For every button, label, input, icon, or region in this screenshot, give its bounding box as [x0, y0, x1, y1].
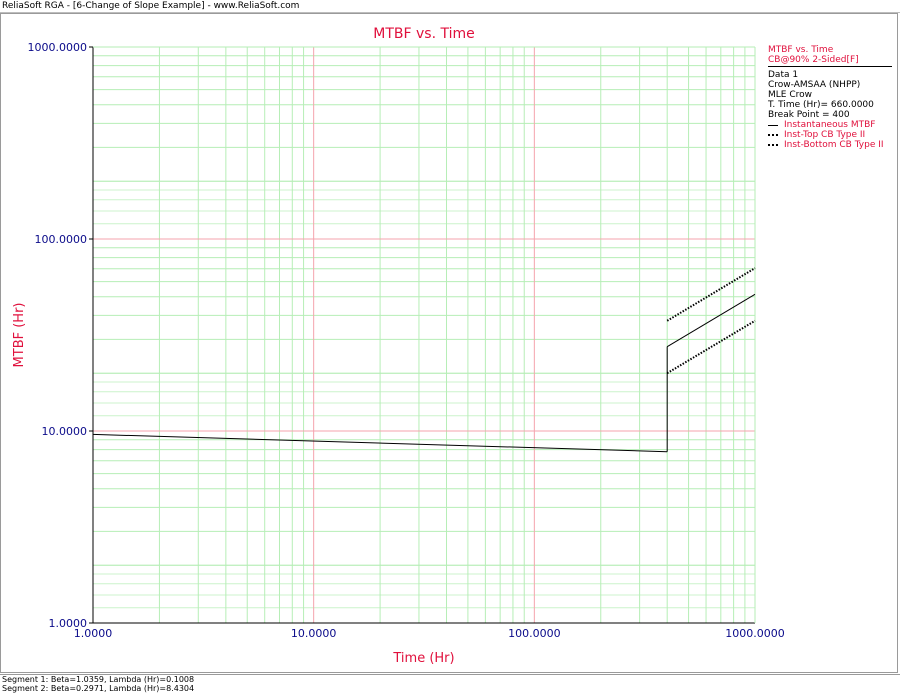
legend-header: MTBF vs. Time — [768, 45, 834, 55]
y-axis-label: MTBF (Hr) — [12, 303, 27, 368]
window-title-bar: ReliaSoft RGA - [6-Change of Slope Examp… — [0, 0, 900, 13]
legend-model: Crow-AMSAA (NHPP) — [768, 80, 861, 90]
plot-area — [93, 47, 755, 623]
legend-item-label: Inst-Bottom CB Type II — [784, 140, 884, 150]
legend-item-instantaneous-mtbf: Instantaneous MTBF — [768, 120, 892, 130]
status-bar: Segment 1: Beta=1.0359, Lambda (Hr)=0.10… — [0, 674, 900, 695]
legend-item-label: Instantaneous MTBF — [784, 120, 876, 130]
dotted-line-swatch — [768, 134, 778, 136]
legend-data-name: Data 1 — [768, 70, 799, 80]
chart-title: MTBF vs. Time — [373, 26, 474, 42]
segment-2-parameters: Segment 2: Beta=0.2971, Lambda (Hr)=8.43… — [2, 684, 195, 693]
x-tick-label: 1000.0000 — [725, 627, 785, 640]
plot-frame: 1.0000 10.0000 100.0000 1000.0000 1.0000 10.0… — [0, 13, 898, 673]
legend-break-point: Break Point = 400 — [768, 110, 850, 120]
x-tick-label: 100.0000 — [508, 627, 561, 640]
legend-item-bottom-cb: Inst-Bottom CB Type II — [768, 140, 892, 150]
x-tick-label: 10.0000 — [291, 627, 337, 640]
x-axis-label: Time (Hr) — [392, 651, 454, 666]
legend-item-top-cb: Inst-Top CB Type II — [768, 130, 892, 140]
x-tick-label: 1.0000 — [74, 627, 113, 640]
segment-1-parameters: Segment 1: Beta=1.0359, Lambda (Hr)=0.10… — [2, 675, 195, 684]
window-title: ReliaSoft RGA - [6-Change of Slope Examp… — [2, 1, 300, 11]
dotted-line-swatch — [768, 144, 778, 146]
y-tick-label: 1000.0000 — [28, 41, 88, 54]
solid-line-swatch — [768, 124, 778, 126]
legend-method: MLE Crow — [768, 90, 812, 100]
legend-panel: MTBF vs. Time CB@90% 2-Sided[F] Data 1 C… — [768, 45, 892, 150]
legend-item-label: Inst-Top CB Type II — [784, 130, 866, 140]
y-tick-label: 100.0000 — [35, 233, 88, 246]
legend-total-time: T. Time (Hr)= 660.0000 — [768, 100, 874, 110]
y-tick-label: 10.0000 — [42, 425, 88, 438]
legend-confidence: CB@90% 2-Sided[F] — [768, 55, 892, 67]
mtbf-chart[interactable]: 1.000010.0000100.00001000.00001.0000 10.0… — [1, 14, 897, 672]
